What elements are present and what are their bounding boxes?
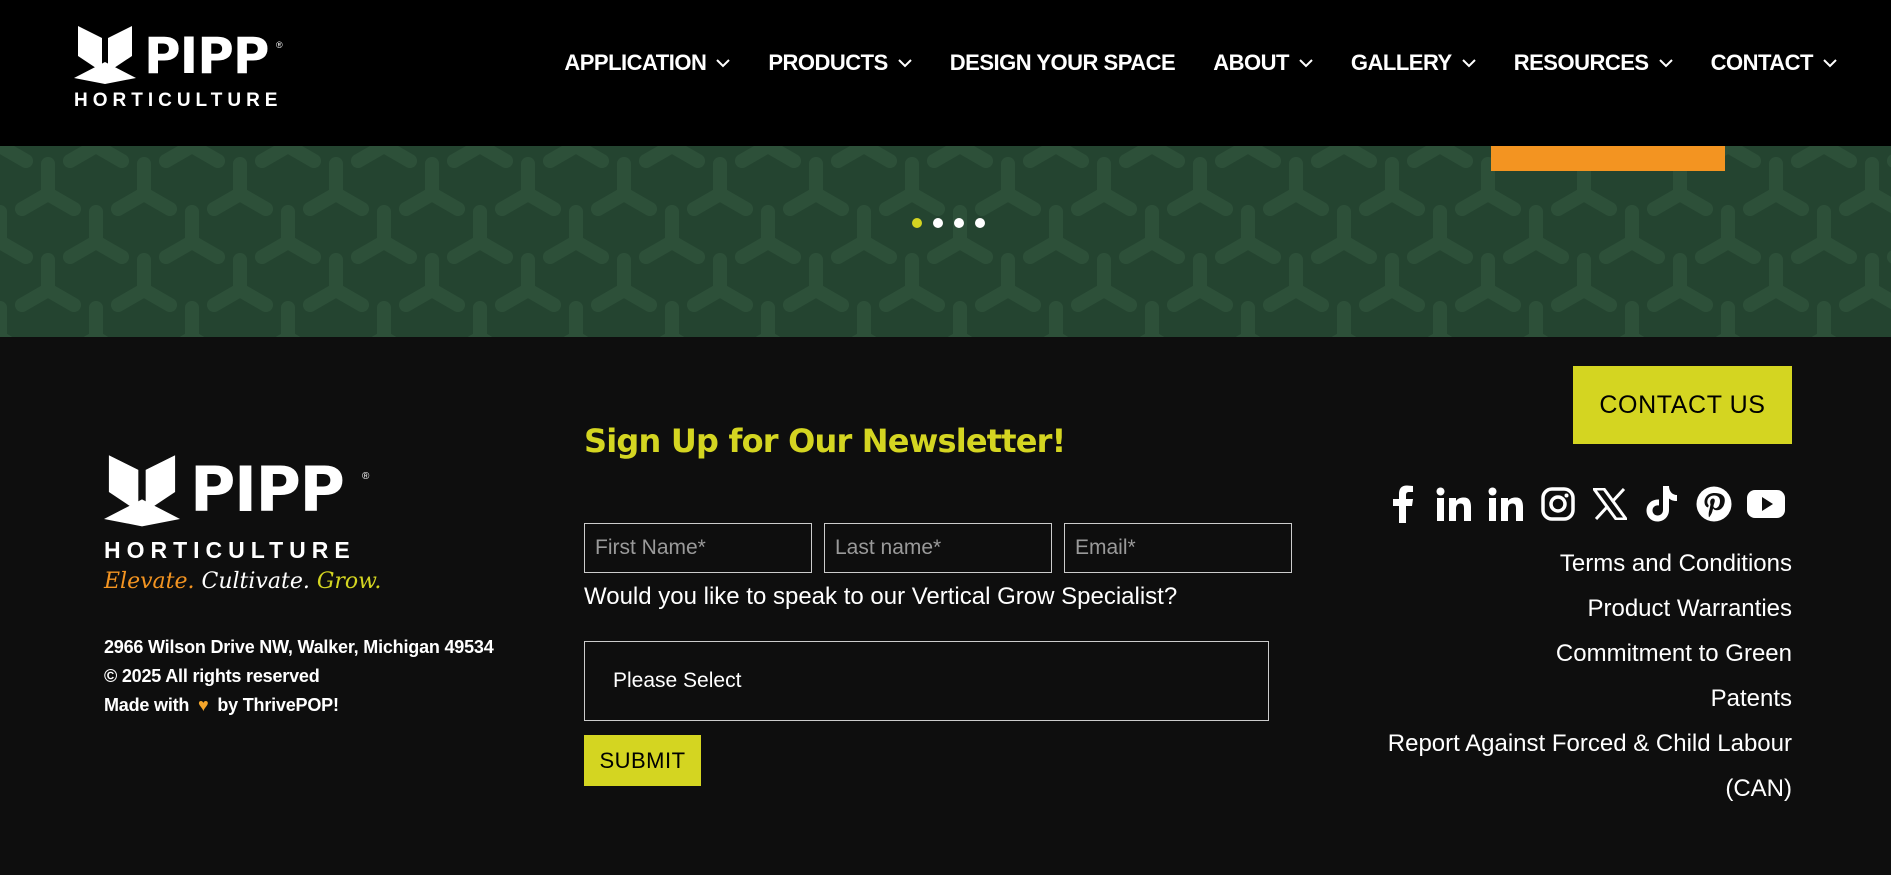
- logo-wordmark: PIPP: [190, 453, 345, 526]
- nav-resources[interactable]: RESOURCES: [1514, 50, 1673, 76]
- site-footer: PIPP ® HORTICULTURE Elevate. Cultivate. …: [0, 337, 1891, 875]
- site-header: PIPP ® HORTICULTURE APPLICATION PRODUCTS…: [0, 0, 1891, 146]
- tiktok-icon[interactable]: [1643, 485, 1681, 523]
- nav-label: APPLICATION: [564, 50, 707, 75]
- specialist-select[interactable]: Please Select: [584, 641, 1269, 721]
- made-with-line: Made with ♥ by ThrivePOP!: [104, 691, 494, 720]
- logo-subtitle: HORTICULTURE: [104, 537, 356, 563]
- nav-gallery[interactable]: GALLERY: [1351, 50, 1476, 76]
- copyright-text: © 2025 All rights reserved: [104, 666, 320, 686]
- chevron-down-icon: [1299, 59, 1313, 68]
- nav-products[interactable]: PRODUCTS: [768, 50, 912, 76]
- tagline-elevate: Elevate.: [104, 569, 195, 594]
- hero-cta-button[interactable]: [1491, 146, 1725, 171]
- specialist-question-label: Would you like to speak to our Vertical …: [584, 583, 1178, 610]
- made-with-prefix: Made with: [104, 695, 190, 715]
- tagline-cultivate: Cultivate.: [201, 569, 310, 594]
- carousel-dot-3[interactable]: [954, 218, 964, 228]
- carousel-dot-4[interactable]: [975, 218, 985, 228]
- warranties-link[interactable]: Product Warranties: [1388, 586, 1792, 631]
- chevron-down-icon: [1658, 59, 1673, 68]
- registered-mark: ®: [362, 471, 370, 482]
- terms-link[interactable]: Terms and Conditions: [1388, 541, 1792, 586]
- header-logo[interactable]: PIPP ® HORTICULTURE: [74, 26, 288, 112]
- pinterest-icon[interactable]: [1695, 485, 1733, 523]
- hero-pattern: [0, 146, 1891, 337]
- submit-button[interactable]: SUBMIT: [584, 735, 701, 786]
- nav-design-your-space[interactable]: DESIGN YOUR SPACE: [949, 50, 1176, 76]
- select-value: Please Select: [613, 669, 742, 692]
- heart-icon: ♥: [198, 695, 209, 715]
- carousel-dots: [912, 218, 985, 228]
- contact-us-button[interactable]: CONTACT US: [1573, 366, 1792, 444]
- email-input[interactable]: [1064, 523, 1292, 573]
- report-labour-link[interactable]: Report Against Forced & Child Labour: [1388, 721, 1792, 766]
- footer-logo[interactable]: PIPP ® HORTICULTURE Elevate. Cultivate. …: [104, 455, 384, 605]
- last-name-input[interactable]: [824, 523, 1052, 573]
- chevron-down-icon: [1823, 59, 1837, 68]
- main-nav: APPLICATION PRODUCTS DESIGN YOUR SPACE A…: [564, 48, 1837, 78]
- nav-label: PRODUCTS: [768, 50, 888, 75]
- chevron-down-icon: [898, 59, 912, 68]
- nav-contact[interactable]: CONTACT: [1711, 50, 1837, 76]
- address-text: 2966 Wilson Drive NW, Walker, Michigan 4…: [104, 637, 494, 657]
- made-with-suffix[interactable]: by ThrivePOP!: [217, 695, 339, 715]
- pipp-logo-mark-icon: [104, 455, 180, 527]
- nav-application[interactable]: APPLICATION: [564, 50, 731, 76]
- youtube-icon[interactable]: [1747, 485, 1785, 523]
- linkedin-icon[interactable]: [1435, 485, 1473, 523]
- registered-mark: ®: [276, 40, 283, 50]
- newsletter-title: Sign Up for Our Newsletter!: [584, 422, 1066, 460]
- footer-address-block: 2966 Wilson Drive NW, Walker, Michigan 4…: [104, 633, 494, 720]
- carousel-dot-1[interactable]: [912, 218, 922, 228]
- nav-label: GALLERY: [1350, 50, 1452, 75]
- logo-wordmark: PIPP: [144, 27, 270, 85]
- logo-subtitle: HORTICULTURE: [74, 90, 283, 111]
- first-name-input[interactable]: [584, 523, 812, 573]
- tagline-grow: Grow.: [316, 569, 382, 594]
- nav-label: DESIGN YOUR SPACE: [949, 50, 1176, 75]
- linkedin-icon[interactable]: [1487, 485, 1525, 523]
- nav-label: ABOUT: [1213, 50, 1289, 75]
- footer-links: Terms and Conditions Product Warranties …: [1388, 541, 1792, 811]
- chevron-down-icon: [716, 59, 731, 68]
- hero-banner: [0, 146, 1891, 337]
- patents-link[interactable]: Patents: [1388, 676, 1792, 721]
- nav-about[interactable]: ABOUT: [1213, 50, 1313, 76]
- pipp-logo-mark-icon: [74, 26, 136, 84]
- social-icons: [1383, 485, 1785, 523]
- nav-label: RESOURCES: [1513, 50, 1649, 75]
- commitment-link[interactable]: Commitment to Green: [1388, 631, 1792, 676]
- facebook-icon[interactable]: [1383, 485, 1421, 523]
- carousel-dot-2[interactable]: [933, 218, 943, 228]
- nav-label: CONTACT: [1710, 50, 1814, 75]
- report-labour-link-continued[interactable]: (CAN): [1388, 766, 1792, 811]
- x-icon[interactable]: [1591, 485, 1629, 523]
- chevron-down-icon: [1462, 59, 1476, 68]
- logo-tagline: Elevate. Cultivate. Grow.: [104, 569, 381, 595]
- instagram-icon[interactable]: [1539, 485, 1577, 523]
